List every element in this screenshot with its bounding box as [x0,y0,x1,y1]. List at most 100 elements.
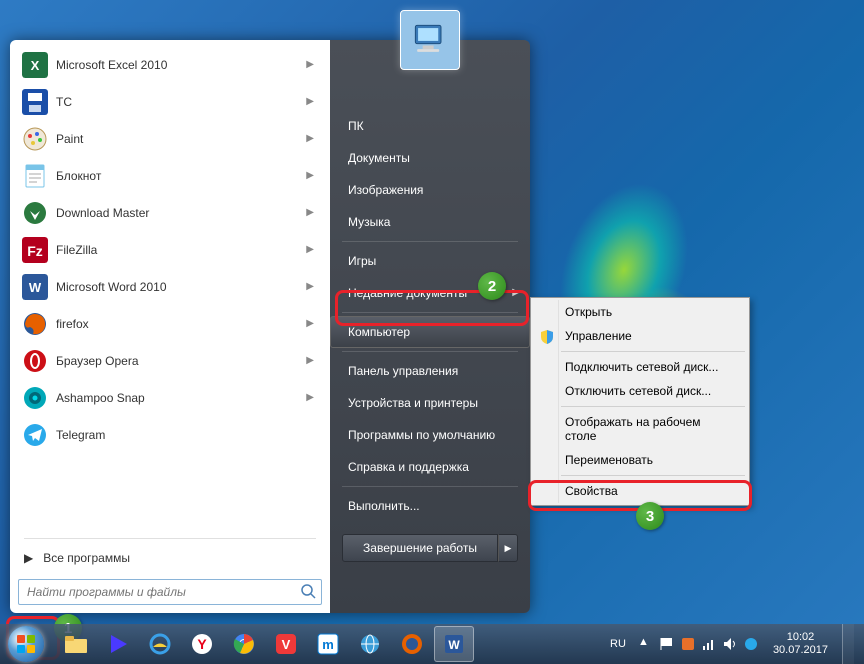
program-label: firefox [56,317,306,331]
start-button[interactable] [4,626,48,662]
paint-icon [20,124,50,154]
right-item-devices[interactable]: Устройства и принтеры [330,387,530,419]
volume-icon[interactable] [722,636,738,652]
all-programs-label: Все программы [43,551,130,565]
shutdown-button[interactable]: Завершение работы [342,534,498,562]
program-item-floppy[interactable]: TC▶ [16,83,324,120]
context-item[interactable]: Свойства [533,479,747,503]
right-item-pics[interactable]: Изображения [330,174,530,206]
right-item-defaults[interactable]: Программы по умолчанию [330,419,530,451]
shutdown-menu-arrow[interactable]: ▶ [498,534,518,562]
chevron-right-icon: ▶ [306,170,314,181]
notepad-icon [20,161,50,191]
program-item-dm[interactable]: Download Master▶ [16,194,324,231]
all-programs-button[interactable]: ▶ Все программы [16,543,324,573]
app-tray-icon[interactable] [680,636,696,652]
right-item-cpanel[interactable]: Панель управления [330,355,530,387]
tray-chevron-icon[interactable]: ▲ [638,636,654,652]
separator [342,312,518,313]
snap-icon [20,383,50,413]
program-item-filezilla[interactable]: FzFileZilla▶ [16,231,324,268]
callout-badge-3: 3 [636,502,664,530]
clock[interactable]: 10:02 30.07.2017 [767,631,834,657]
taskbar-app-word[interactable]: W [434,626,474,662]
user-picture-frame[interactable] [400,10,460,70]
program-item-word[interactable]: WMicrosoft Word 2010▶ [16,268,324,305]
context-item[interactable]: Отключить сетевой диск... [533,379,747,403]
network-icon[interactable] [701,636,717,652]
svg-text:Y: Y [197,636,207,652]
separator [561,475,745,476]
svg-text:Fz: Fz [27,243,43,259]
taskbar-app-maxthon[interactable]: m [308,626,348,662]
right-item-user[interactable]: ПК [330,110,530,142]
app-tray-icon-2[interactable] [743,636,759,652]
excel-icon: X [20,50,50,80]
separator [24,538,316,539]
program-label: Ashampoo Snap [56,391,306,405]
context-menu: ОткрытьУправление Подключить сетевой диск… [530,297,750,506]
chevron-right-icon: ▶ [512,287,520,298]
start-menu-left-pane: XMicrosoft Excel 2010▶TC▶Paint▶Блокнот▶D… [10,40,330,613]
clock-date: 30.07.2017 [773,644,828,657]
show-desktop-button[interactable] [842,624,854,664]
search-input[interactable] [18,579,322,605]
program-label: TC [56,95,306,109]
program-item-opera[interactable]: Браузер Opera▶ [16,342,324,379]
right-item-games[interactable]: Игры [330,245,530,277]
right-item-label: Панель управления [348,364,458,378]
taskbar-app-browser[interactable] [350,626,390,662]
ie-icon [148,632,172,656]
taskbar-app-explorer[interactable] [56,626,96,662]
program-item-notepad[interactable]: Блокнот▶ [16,157,324,194]
program-item-firefox[interactable]: firefox▶ [16,305,324,342]
word-icon: W [20,272,50,302]
folder-icon [63,633,89,655]
separator [561,406,745,407]
program-label: Блокнот [56,169,306,183]
chevron-right-icon: ▶ [306,133,314,144]
program-item-snap[interactable]: Ashampoo Snap▶ [16,379,324,416]
context-menu-items: ОткрытьУправление Подключить сетевой диск… [533,300,747,503]
right-item-label: Музыка [348,215,390,229]
language-indicator[interactable]: RU [606,636,630,652]
context-item[interactable]: Открыть [533,300,747,324]
right-item-help[interactable]: Справка и поддержка [330,451,530,483]
svg-text:V: V [282,637,291,652]
svg-text:m: m [322,637,334,652]
right-item-label: Документы [348,151,410,165]
context-item[interactable]: Управление [533,324,747,348]
program-item-paint[interactable]: Paint▶ [16,120,324,157]
taskbar-app-vivaldi[interactable]: V [266,626,306,662]
svg-text:W: W [29,280,42,295]
program-item-excel[interactable]: XMicrosoft Excel 2010▶ [16,46,324,83]
shield-icon [539,329,555,345]
opera-icon [20,346,50,376]
right-item-run[interactable]: Выполнить... [330,490,530,522]
taskbar-app-firefox[interactable] [392,626,432,662]
context-item-label: Отображать на рабочем столе [565,415,701,443]
taskbar-app-media[interactable] [98,626,138,662]
taskbar-app-ie[interactable] [140,626,180,662]
right-item-computer[interactable]: Компьютер [330,316,530,348]
context-item-label: Переименовать [565,453,653,467]
right-item-label: Выполнить... [348,499,420,513]
search-icon[interactable] [300,583,316,604]
chevron-right-icon: ▶ [306,318,314,329]
right-item-docs[interactable]: Документы [330,142,530,174]
taskbar-app-yandex[interactable]: Y [182,626,222,662]
taskbar-app-chrome[interactable] [224,626,264,662]
right-item-music[interactable]: Музыка [330,206,530,238]
chevron-right-icon: ▶ [306,281,314,292]
context-item[interactable]: Переименовать [533,448,747,472]
flag-icon[interactable] [659,636,675,652]
context-item-label: Отключить сетевой диск... [565,384,711,398]
firefox-icon [400,632,424,656]
program-label: Telegram [56,428,320,442]
context-item[interactable]: Подключить сетевой диск... [533,355,747,379]
play-icon [106,632,130,656]
dm-icon [20,198,50,228]
separator [342,241,518,242]
context-item[interactable]: Отображать на рабочем столе [533,410,747,448]
program-item-telegram[interactable]: Telegram [16,416,324,453]
